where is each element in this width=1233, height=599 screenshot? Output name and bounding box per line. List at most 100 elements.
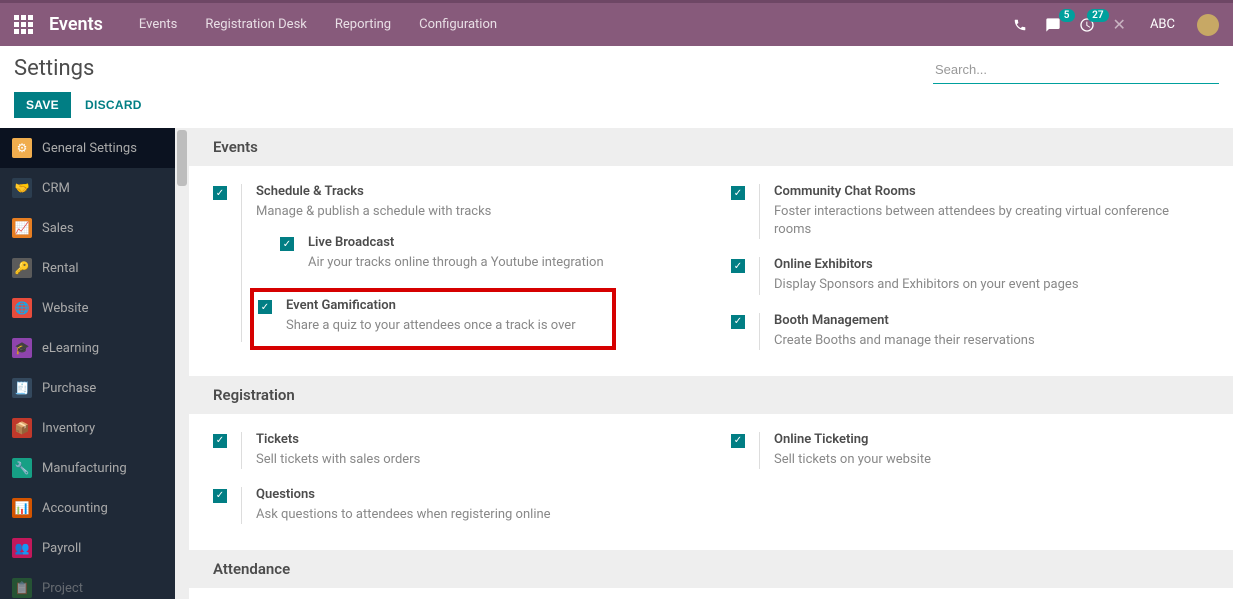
- highlight-gamification: ✓ Event Gamification Share a quiz to you…: [250, 288, 616, 349]
- chart-icon: 📈: [12, 218, 32, 238]
- opt-gamification: ✓ Event Gamification Share a quiz to you…: [258, 298, 600, 335]
- checkbox-live[interactable]: ✓: [280, 237, 294, 251]
- sidebar-item-crm[interactable]: 🤝 CRM: [0, 168, 175, 208]
- menu-registration-desk[interactable]: Registration Desk: [205, 17, 307, 32]
- section-attendance-title: Attendance: [189, 550, 1233, 588]
- opt-tickets: ✓ Tickets Sell tickets with sales orders: [213, 432, 691, 469]
- opt-title: Online Ticketing: [774, 432, 931, 447]
- menu-configuration[interactable]: Configuration: [419, 17, 497, 32]
- section-events-title: Events: [189, 128, 1233, 166]
- opt-schedule: ✓ Schedule & Tracks Manage & publish a s…: [213, 184, 691, 342]
- col-left: ✓ Schedule & Tracks Manage & publish a s…: [213, 184, 691, 350]
- sidebar-scrollbar[interactable]: [175, 128, 189, 599]
- section-registration: ✓ Tickets Sell tickets with sales orders…: [189, 414, 1233, 550]
- apps-menu-icon[interactable]: [14, 15, 33, 34]
- wrench-icon: 🔧: [12, 458, 32, 478]
- col-right: ✓ Online Ticketing Sell tickets on your …: [731, 432, 1209, 524]
- people-icon: 👥: [12, 538, 32, 558]
- checkbox-chat[interactable]: ✓: [731, 186, 745, 200]
- sidebar-item-label: Payroll: [42, 541, 81, 556]
- opt-booth: ✓ Booth Management Create Booths and man…: [731, 313, 1209, 350]
- sidebar-item-general[interactable]: ⚙ General Settings: [0, 128, 175, 168]
- gear-icon: ⚙: [12, 138, 32, 158]
- search-input[interactable]: [933, 56, 1219, 84]
- sidebar-item-accounting[interactable]: 📊Accounting: [0, 488, 175, 528]
- menu-events[interactable]: Events: [139, 17, 177, 32]
- opt-desc: Share a quiz to your attendees once a tr…: [286, 317, 576, 335]
- activities-icon[interactable]: 27: [1079, 17, 1095, 33]
- checkbox-online[interactable]: ✓: [731, 434, 745, 448]
- opt-title: Tickets: [256, 432, 420, 447]
- checkbox-schedule[interactable]: ✓: [213, 186, 227, 200]
- checkbox-exhibitors[interactable]: ✓: [731, 259, 745, 273]
- close-icon[interactable]: ✕: [1113, 15, 1126, 34]
- sidebar-item-sales[interactable]: 📈 Sales: [0, 208, 175, 248]
- sidebar-item-purchase[interactable]: 🧾Purchase: [0, 368, 175, 408]
- checkbox-questions[interactable]: ✓: [213, 489, 227, 503]
- sidebar-item-label: Manufacturing: [42, 461, 127, 476]
- book-icon: 🎓: [12, 338, 32, 358]
- opt-desc: Manage & publish a schedule with tracks: [256, 203, 604, 221]
- page-title: Settings: [14, 56, 94, 81]
- sidebar-item-label: CRM: [42, 181, 70, 196]
- project-icon: 📋: [12, 578, 32, 598]
- sidebar-item-inventory[interactable]: 📦Inventory: [0, 408, 175, 448]
- menu-reporting[interactable]: Reporting: [335, 17, 391, 32]
- schedule-subopts: ✓ Live Broadcast Air your tracks online …: [256, 235, 604, 341]
- messages-icon[interactable]: 5: [1045, 17, 1061, 33]
- scrollbar-thumb[interactable]: [177, 130, 187, 186]
- save-button[interactable]: SAVE: [14, 92, 71, 118]
- section-events: ✓ Schedule & Tracks Manage & publish a s…: [189, 166, 1233, 376]
- phone-icon[interactable]: [1013, 18, 1027, 32]
- sidebar-item-label: eLearning: [42, 341, 99, 356]
- search-wrap: [933, 56, 1219, 84]
- sidebar-item-label: Project: [42, 581, 83, 596]
- sidebar-item-rental[interactable]: 🔑Rental: [0, 248, 175, 288]
- settings-sidebar: ⚙ General Settings 🤝 CRM 📈 Sales 🔑Rental 🌐 W…: [0, 128, 175, 599]
- checkbox-booth[interactable]: ✓: [731, 315, 745, 329]
- activities-badge: 27: [1087, 9, 1108, 22]
- opt-title: Booth Management: [774, 313, 1035, 328]
- subheader: Settings: [0, 46, 1233, 84]
- opt-desc: Create Booths and manage their reservati…: [774, 332, 1035, 350]
- action-row: SAVE DISCARD: [0, 84, 1233, 128]
- opt-title: Live Broadcast: [308, 235, 604, 250]
- sidebar-item-project[interactable]: 📋 Project: [0, 568, 175, 599]
- opt-desc: Sell tickets on your website: [774, 451, 931, 469]
- col-left: ✓ Tickets Sell tickets with sales orders…: [213, 432, 691, 524]
- checkbox-tickets[interactable]: ✓: [213, 434, 227, 448]
- opt-title: Event Gamification: [286, 298, 576, 313]
- opt-title: Schedule & Tracks: [256, 184, 604, 199]
- opt-desc: Display Sponsors and Exhibitors on your …: [774, 276, 1079, 294]
- sidebar-item-payroll[interactable]: 👥 Payroll: [0, 528, 175, 568]
- opt-desc: Foster interactions between attendees by…: [774, 203, 1209, 239]
- sidebar-item-website[interactable]: 🌐 Website: [0, 288, 175, 328]
- settings-content: Events ✓ Schedule & Tracks Manage & publ…: [189, 128, 1233, 599]
- opt-desc: Sell tickets with sales orders: [256, 451, 420, 469]
- avatar[interactable]: [1197, 14, 1219, 36]
- handshake-icon: 🤝: [12, 178, 32, 198]
- opt-desc: Air your tracks online through a Youtube…: [308, 254, 604, 272]
- app-brand[interactable]: Events: [49, 14, 103, 35]
- opt-title: Community Chat Rooms: [774, 184, 1209, 199]
- section-registration-title: Registration: [189, 376, 1233, 414]
- sidebar-item-label: Sales: [42, 221, 74, 236]
- topbar: Events Events Registration Desk Reportin…: [0, 0, 1233, 46]
- sidebar-item-manufacturing[interactable]: 🔧 Manufacturing: [0, 448, 175, 488]
- opt-questions: ✓ Questions Ask questions to attendees w…: [213, 487, 691, 524]
- globe-icon: 🌐: [12, 298, 32, 318]
- body: ⚙ General Settings 🤝 CRM 📈 Sales 🔑Rental 🌐 W…: [0, 128, 1233, 599]
- sidebar-item-label: Accounting: [42, 501, 108, 516]
- topbar-left: Events Events Registration Desk Reportin…: [14, 14, 497, 35]
- sidebar-item-label: General Settings: [42, 141, 137, 156]
- messages-badge: 5: [1059, 9, 1075, 22]
- opt-chat: ✓ Community Chat Rooms Foster interactio…: [731, 184, 1209, 239]
- checkbox-gamification[interactable]: ✓: [258, 300, 272, 314]
- sidebar-item-label: Website: [42, 301, 89, 316]
- opt-title: Online Exhibitors: [774, 257, 1079, 272]
- sidebar-item-label: Purchase: [42, 381, 96, 396]
- sidebar-item-elearning[interactable]: 🎓 eLearning: [0, 328, 175, 368]
- opt-exhibitors: ✓ Online Exhibitors Display Sponsors and…: [731, 257, 1209, 294]
- user-name[interactable]: ABC: [1150, 17, 1175, 32]
- discard-button[interactable]: DISCARD: [85, 98, 142, 112]
